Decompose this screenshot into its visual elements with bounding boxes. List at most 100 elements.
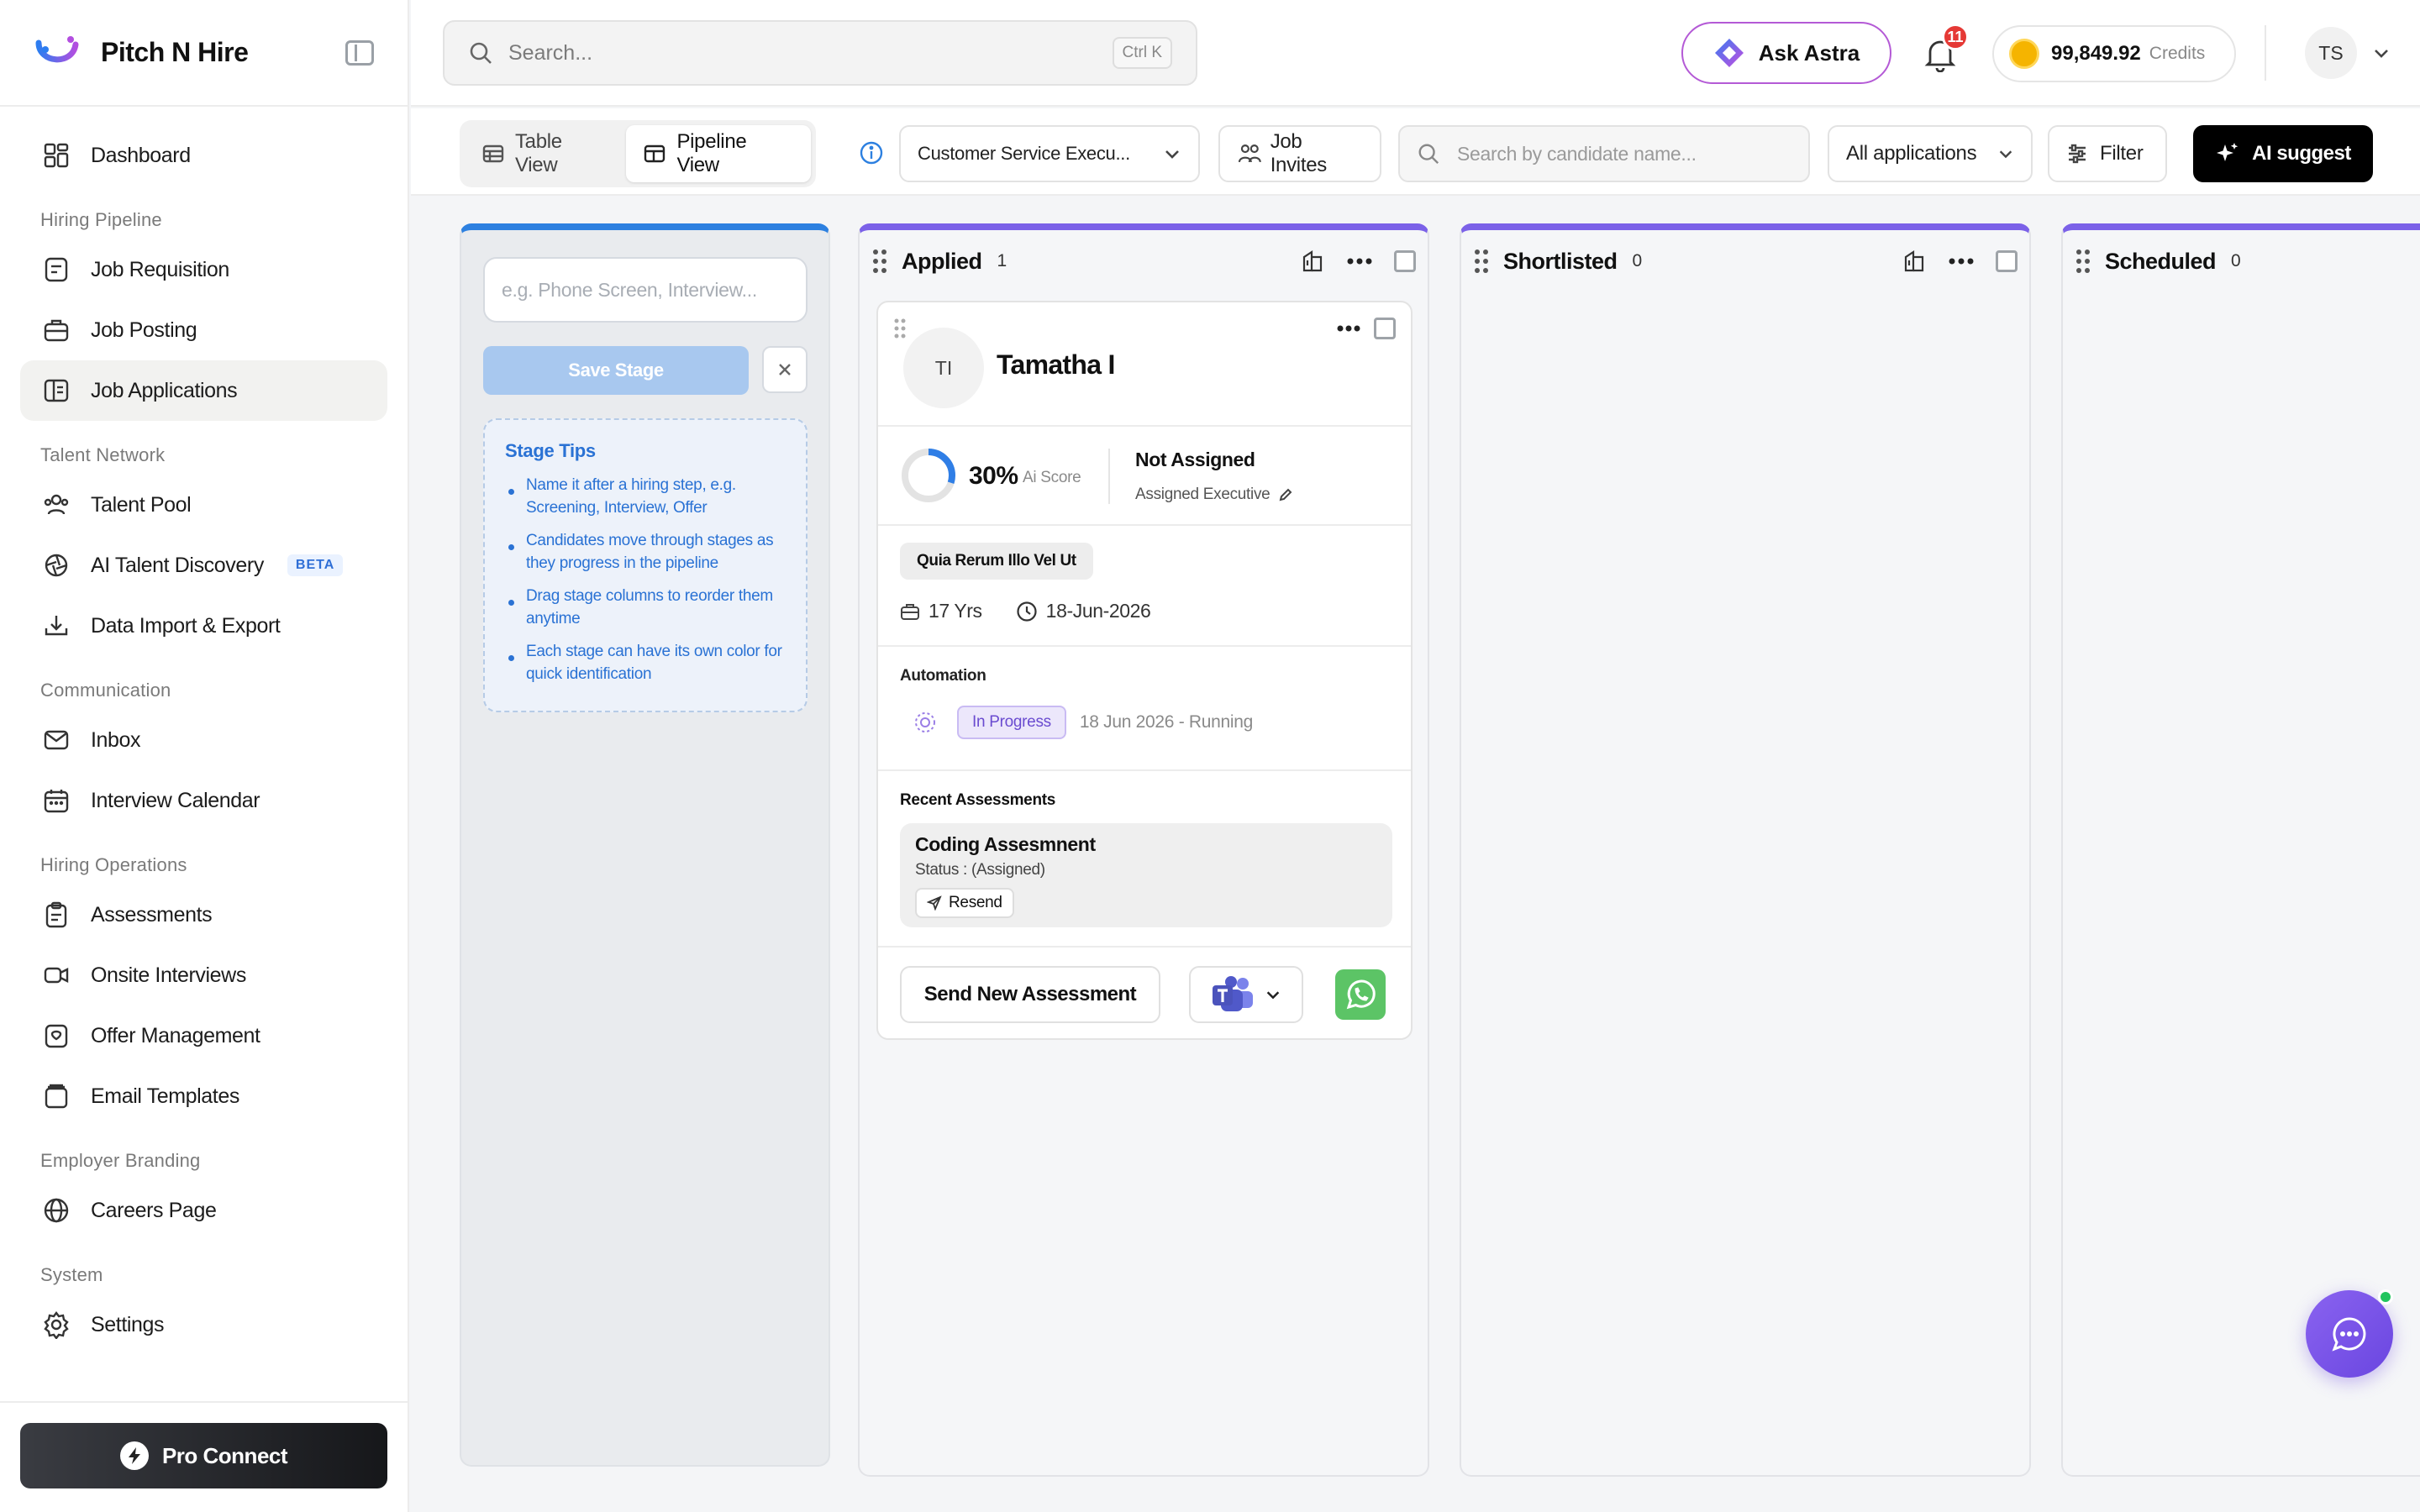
more-options-icon[interactable]: [1337, 324, 1360, 333]
column-select-checkbox[interactable]: [1996, 250, 2018, 272]
offer-icon: [45, 1024, 68, 1048]
drag-handle-icon[interactable]: [1473, 248, 1490, 275]
section-title-communication: Communication: [40, 680, 171, 701]
applications-filter-select[interactable]: All applications: [1828, 125, 2033, 182]
whatsapp-button[interactable]: [1335, 969, 1386, 1020]
bullet-dot: [508, 655, 514, 661]
column-title: Applied: [902, 248, 982, 274]
sidebar-item-job-requisition[interactable]: Job Requisition: [20, 239, 387, 300]
sidebar-item-onsite-interviews[interactable]: Onsite Interviews: [20, 945, 387, 1005]
candidate-search-input[interactable]: Search by candidate name...: [1398, 125, 1810, 182]
stage-tips: Stage Tips Name it after a hiring step, …: [483, 418, 808, 712]
table-view-button[interactable]: Table View: [465, 125, 626, 182]
section-title-system: System: [40, 1264, 103, 1285]
column-actions: [1300, 249, 1416, 274]
sidebar-toggle-icon[interactable]: [345, 39, 374, 66]
pro-connect-button[interactable]: Pro Connect: [20, 1423, 387, 1488]
assignee-label-text: Assigned Executive: [1135, 486, 1270, 503]
candidate-name[interactable]: Tamatha I: [997, 349, 1115, 381]
candidate-actions: Send New Assessment: [878, 948, 1411, 1040]
sidebar-item-label: Talent Pool: [91, 492, 192, 517]
users-icon: [44, 494, 69, 515]
briefcase-icon: [44, 319, 69, 342]
save-stage-button[interactable]: Save Stage: [483, 346, 749, 395]
more-options-icon[interactable]: [1949, 257, 1974, 265]
section-title-employer-branding: Employer Branding: [40, 1150, 201, 1171]
experience-value: 17 Yrs: [929, 600, 982, 622]
sidebar-item-offer-management[interactable]: Offer Management: [20, 1005, 387, 1066]
stage-name-input[interactable]: e.g. Phone Screen, Interview...: [483, 257, 808, 323]
ai-suggest-label: AI suggest: [2252, 142, 2351, 165]
filter-button[interactable]: Filter: [2048, 125, 2167, 182]
sidebar-item-job-applications[interactable]: Job Applications: [20, 360, 387, 421]
candidate-select-checkbox[interactable]: [1374, 318, 1396, 339]
sidebar-item-careers-page[interactable]: Careers Page: [20, 1180, 387, 1241]
pipeline-view-label: Pipeline View: [676, 130, 747, 176]
pitch-n-hire-logo-icon[interactable]: [34, 34, 81, 71]
beta-badge: BETA: [287, 554, 344, 576]
sidebar-item-interview-calendar[interactable]: Interview Calendar: [20, 770, 387, 831]
stage-settings-icon[interactable]: [1902, 249, 1927, 274]
credits-display[interactable]: 99,849.92 Credits: [1992, 25, 2236, 82]
drag-handle-icon[interactable]: [893, 318, 907, 339]
sidebar-item-label: Dashboard: [91, 143, 191, 167]
send-new-assessment-button[interactable]: Send New Assessment: [900, 966, 1160, 1023]
stage-tip: Each stage can have its own color for qu…: [505, 640, 786, 685]
applied-date: 18-Jun-2026: [1045, 600, 1151, 622]
applications-icon: [44, 379, 69, 402]
column-actions: [1902, 249, 2018, 274]
more-options-icon[interactable]: [1347, 257, 1372, 265]
sidebar-item-job-posting[interactable]: Job Posting: [20, 300, 387, 360]
ai-suggest-button[interactable]: AI suggest: [2193, 125, 2373, 182]
user-avatar[interactable]: TS: [2305, 27, 2357, 79]
chevron-down-icon[interactable]: [2372, 44, 2391, 62]
ask-astra-button[interactable]: Ask Astra: [1681, 22, 1891, 84]
teams-meeting-button[interactable]: [1189, 966, 1303, 1023]
sidebar-item-inbox[interactable]: Inbox: [20, 710, 387, 770]
sidebar-item-ai-talent-discovery[interactable]: AI Talent Discovery BETA: [20, 535, 387, 596]
drag-handle-icon[interactable]: [2075, 248, 2091, 275]
divider: [2265, 25, 2266, 81]
divider: [1108, 449, 1110, 504]
sidebar-item-settings[interactable]: Settings: [20, 1294, 387, 1355]
template-icon: [45, 1084, 68, 1109]
sidebar-item-label: Settings: [91, 1312, 165, 1336]
resend-button[interactable]: Resend: [915, 888, 1014, 918]
sidebar-item-email-templates[interactable]: Email Templates: [20, 1066, 387, 1126]
column-select-checkbox[interactable]: [1394, 250, 1416, 272]
stage-tip-text: Each stage can have its own color for qu…: [526, 643, 782, 683]
stage-settings-icon[interactable]: [1300, 249, 1325, 274]
column-count: 1: [997, 251, 1007, 270]
sidebar-item-data-import-export[interactable]: Data Import & Export: [20, 596, 387, 656]
pro-connect-label: Pro Connect: [161, 1442, 288, 1468]
automation-gear-icon: [915, 712, 935, 732]
cancel-stage-button[interactable]: [762, 346, 808, 393]
clock-icon: [1017, 601, 1037, 622]
download-icon: [45, 616, 68, 636]
info-icon[interactable]: [859, 140, 884, 165]
search-icon: [470, 42, 492, 64]
drag-handle-icon[interactable]: [871, 248, 888, 275]
stage-tips-title: Stage Tips: [505, 440, 596, 461]
whatsapp-icon: [1346, 979, 1376, 1010]
bullet-dot: [508, 600, 514, 606]
edit-pencil-icon[interactable]: [1278, 487, 1293, 502]
job-select[interactable]: Customer Service Execu...: [899, 125, 1200, 182]
sidebar-item-talent-pool[interactable]: Talent Pool: [20, 475, 387, 535]
assessments-title: Recent Assessments: [900, 791, 1056, 809]
chevron-down-icon: [1999, 150, 2012, 159]
sidebar-item-dashboard[interactable]: Dashboard: [20, 125, 387, 186]
assessment-item: Coding Assesmnent Status : (Assigned) Re…: [900, 823, 1392, 927]
job-invites-button[interactable]: Job Invites: [1218, 125, 1381, 182]
global-search-input[interactable]: Search... Ctrl K: [443, 20, 1197, 86]
chat-support-button[interactable]: [2306, 1290, 2393, 1378]
candidate-card[interactable]: TI Tamatha I 30% Ai Score Not Assigned A…: [876, 301, 1413, 1040]
candidate-meta-row: 17 Yrs 18-Jun-2026: [900, 600, 1151, 622]
column-header: Scheduled 0: [2063, 230, 2420, 292]
pipeline-view-button[interactable]: Pipeline View: [626, 125, 811, 182]
job-select-value: Customer Service Execu...: [918, 143, 1130, 164]
sidebar-item-label: Onsite Interviews: [91, 963, 246, 987]
credits-value: 99,849.92: [2051, 42, 2141, 65]
sidebar-item-assessments[interactable]: Assessments: [20, 885, 387, 945]
requisition-icon: [45, 257, 68, 282]
